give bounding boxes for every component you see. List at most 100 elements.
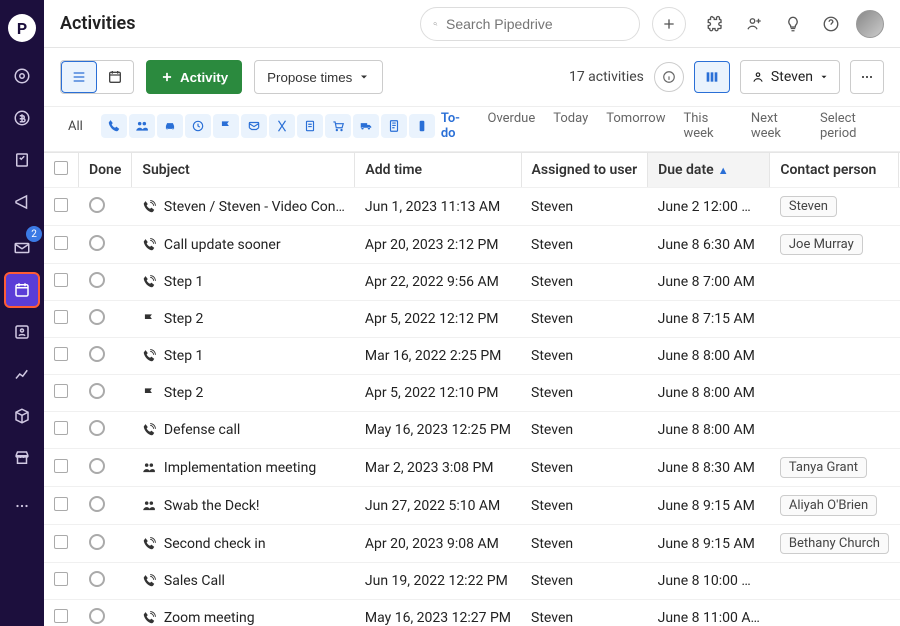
- row-done[interactable]: [79, 188, 132, 226]
- cell-assigned: Steven: [521, 264, 648, 301]
- time-filter-next-week[interactable]: Next week: [751, 111, 802, 141]
- row-done[interactable]: [79, 487, 132, 525]
- row-done[interactable]: [79, 600, 132, 626]
- row-checkbox[interactable]: [44, 375, 79, 412]
- table-row[interactable]: Defense callMay 16, 2023 12:25 PMStevenJ…: [44, 412, 900, 449]
- sidebar-item-insights[interactable]: [4, 356, 40, 392]
- row-done[interactable]: [79, 375, 132, 412]
- sidebar-item-products[interactable]: [4, 398, 40, 434]
- time-filter-overdue[interactable]: Overdue: [488, 111, 536, 141]
- type-deadline-icon[interactable]: [185, 114, 211, 138]
- row-done[interactable]: [79, 338, 132, 375]
- row-checkbox[interactable]: [44, 412, 79, 449]
- type-cart-icon[interactable]: [325, 114, 351, 138]
- sidebar-item-leads[interactable]: [4, 58, 40, 94]
- propose-times-button[interactable]: Propose times: [254, 60, 383, 94]
- row-checkbox[interactable]: [44, 525, 79, 563]
- table-row[interactable]: Step 2Apr 5, 2022 12:10 PMStevenJune 8 8…: [44, 375, 900, 412]
- type-lunch-icon[interactable]: [269, 114, 295, 138]
- table-row[interactable]: Implementation meetingMar 2, 2023 3:08 P…: [44, 449, 900, 487]
- cell-assigned: Steven: [521, 338, 648, 375]
- table-row[interactable]: Swab the Deck!Jun 27, 2022 5:10 AMSteven…: [44, 487, 900, 525]
- time-filter-tomorrow[interactable]: Tomorrow: [606, 111, 665, 141]
- list-view-toggle[interactable]: [61, 61, 97, 93]
- sidebar-item-mail[interactable]: 2: [4, 230, 40, 266]
- table-row[interactable]: Step 1Apr 22, 2022 9:56 AMStevenJune 8 7…: [44, 264, 900, 301]
- contact-tag[interactable]: Joe Murray: [780, 234, 863, 255]
- table-row[interactable]: Steven / Steven - Video Con…Jun 1, 2023 …: [44, 188, 900, 226]
- time-filter-this-week[interactable]: This week: [683, 111, 732, 141]
- user-avatar[interactable]: [856, 10, 884, 38]
- row-done[interactable]: [79, 449, 132, 487]
- user-filter[interactable]: Steven: [740, 60, 840, 94]
- add-activity-button[interactable]: Activity: [146, 60, 242, 94]
- app-logo[interactable]: P: [8, 14, 36, 42]
- sidebar-item-projects[interactable]: [4, 142, 40, 178]
- row-done[interactable]: [79, 412, 132, 449]
- sidebar-item-activities[interactable]: [4, 272, 40, 308]
- row-checkbox[interactable]: [44, 264, 79, 301]
- sidebar-item-marketplace[interactable]: [4, 440, 40, 476]
- row-done[interactable]: [79, 525, 132, 563]
- column-done[interactable]: Done: [79, 153, 132, 188]
- row-checkbox[interactable]: [44, 487, 79, 525]
- row-checkbox[interactable]: [44, 449, 79, 487]
- column-due-date[interactable]: Due date▲: [648, 153, 770, 188]
- contact-tag[interactable]: Aliyah O'Brien: [780, 495, 877, 516]
- tips-icon[interactable]: [780, 11, 806, 37]
- row-done[interactable]: [79, 301, 132, 338]
- sidebar-item-contacts[interactable]: [4, 314, 40, 350]
- contact-tag[interactable]: Bethany Church: [780, 533, 889, 554]
- column-add-time[interactable]: Add time: [355, 153, 521, 188]
- column-contact-person[interactable]: Contact person: [770, 153, 899, 188]
- type-truck-icon[interactable]: [353, 114, 379, 138]
- sidebar-item-deals[interactable]: [4, 100, 40, 136]
- type-email-icon[interactable]: [241, 114, 267, 138]
- more-options-button[interactable]: [850, 60, 884, 94]
- column-subject[interactable]: Subject: [132, 153, 355, 188]
- row-checkbox[interactable]: [44, 600, 79, 626]
- table-row[interactable]: Call update soonerApr 20, 2023 2:12 PMSt…: [44, 226, 900, 264]
- table-row[interactable]: Step 1Mar 16, 2022 2:25 PMStevenJune 8 8…: [44, 338, 900, 375]
- row-checkbox[interactable]: [44, 563, 79, 600]
- extension-icon[interactable]: [702, 11, 728, 37]
- type-note-icon[interactable]: [381, 114, 407, 138]
- invite-users-icon[interactable]: [740, 11, 768, 37]
- time-filter-select-period[interactable]: Select period: [820, 111, 884, 141]
- row-checkbox[interactable]: [44, 188, 79, 226]
- toolbar: Activity Propose times 17 activities Ste…: [44, 48, 900, 107]
- sidebar-item-more[interactable]: [4, 488, 40, 524]
- type-meeting-icon[interactable]: [129, 114, 155, 138]
- quick-add-button[interactable]: [652, 7, 686, 41]
- columns-view-button[interactable]: [694, 61, 730, 93]
- filter-all[interactable]: All: [60, 115, 91, 138]
- header-select-all[interactable]: [44, 153, 79, 188]
- row-done[interactable]: [79, 264, 132, 301]
- type-flag-icon[interactable]: [213, 114, 239, 138]
- table-row[interactable]: Zoom meetingMay 16, 2023 12:27 PMStevenJ…: [44, 600, 900, 626]
- info-icon[interactable]: [654, 62, 684, 92]
- help-icon[interactable]: [818, 11, 844, 37]
- table-row[interactable]: Sales CallJun 19, 2022 12:22 PMStevenJun…: [44, 563, 900, 600]
- contact-tag[interactable]: Tanya Grant: [780, 457, 867, 478]
- table-row[interactable]: Second check inApr 20, 2023 9:08 AMSteve…: [44, 525, 900, 563]
- type-car-icon[interactable]: [157, 114, 183, 138]
- search-box[interactable]: [420, 7, 640, 41]
- sidebar-item-campaigns[interactable]: [4, 184, 40, 220]
- column-assigned-to-user[interactable]: Assigned to user: [521, 153, 648, 188]
- type-task-icon[interactable]: [297, 114, 323, 138]
- row-done[interactable]: [79, 563, 132, 600]
- row-checkbox[interactable]: [44, 301, 79, 338]
- row-checkbox[interactable]: [44, 226, 79, 264]
- row-done[interactable]: [79, 226, 132, 264]
- time-filter-to-do[interactable]: To-do: [441, 111, 470, 141]
- type-call-icon[interactable]: [101, 114, 127, 138]
- time-filter-today[interactable]: Today: [553, 111, 588, 141]
- table-row[interactable]: Step 2Apr 5, 2022 12:12 PMStevenJune 8 7…: [44, 301, 900, 338]
- call-icon: [142, 238, 156, 252]
- row-checkbox[interactable]: [44, 338, 79, 375]
- search-input[interactable]: [446, 16, 627, 32]
- calendar-view-toggle[interactable]: [97, 61, 133, 93]
- type-phone-icon[interactable]: [409, 114, 435, 138]
- contact-tag[interactable]: Steven: [780, 196, 837, 217]
